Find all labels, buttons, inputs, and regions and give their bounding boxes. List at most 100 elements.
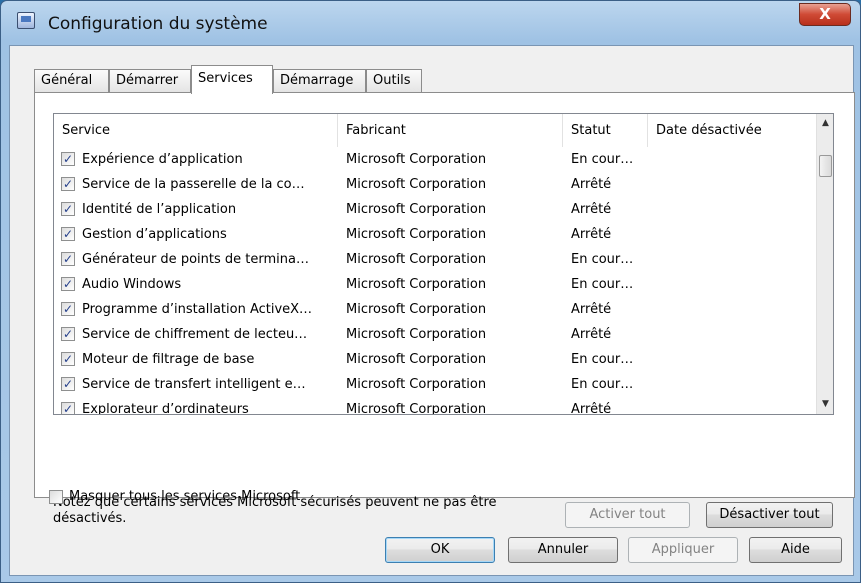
service-name-cell: Expérience d’application <box>82 152 243 167</box>
service-name-cell: Générateur de points de termina… <box>82 252 309 267</box>
service-status-cell: Arrêté <box>571 302 612 317</box>
service-date-disabled-cell <box>656 347 806 372</box>
service-row[interactable]: ✓ Générateur de points de termina… Microso… <box>54 247 816 272</box>
title-bar[interactable]: Configuration du système X <box>1 1 860 45</box>
service-date-disabled-cell <box>656 247 806 272</box>
service-checkbox[interactable]: ✓ <box>61 152 75 166</box>
cancel-button[interactable]: Annuler <box>508 537 618 563</box>
services-list-header: Service Fabricant Statut Date désactivée <box>54 114 816 147</box>
service-status-cell: En cour… <box>571 152 634 167</box>
cancel-label: Annuler <box>537 542 589 557</box>
service-row[interactable]: ✓ Service de transfert intelligent e… Micr… <box>54 372 816 397</box>
service-date-disabled-cell <box>656 297 806 322</box>
service-date-disabled-cell <box>656 147 806 172</box>
window-title: Configuration du système <box>48 14 268 34</box>
disable-all-label: Désactiver tout <box>719 507 820 522</box>
dialog-client-area: Général Démarrer Services Démarrage Outi… <box>9 45 855 576</box>
service-row[interactable]: ✓ Service de chiffrement de lecteu… Micros… <box>54 322 816 347</box>
msconfig-app-icon <box>17 12 35 29</box>
column-header-service[interactable]: Service <box>54 114 338 147</box>
service-date-disabled-cell <box>656 272 806 297</box>
service-manufacturer-cell: Microsoft Corporation <box>346 277 487 292</box>
scrollbar-thumb[interactable] <box>819 155 832 177</box>
service-name-cell: Service de transfert intelligent e… <box>82 377 306 392</box>
service-status-cell: Arrêté <box>571 227 612 242</box>
service-name-cell: Service de la passerelle de la co… <box>82 177 305 192</box>
service-manufacturer-cell: Microsoft Corporation <box>346 402 487 415</box>
enable-all-label: Activer tout <box>589 507 666 522</box>
service-row[interactable]: ✓ Identité de l’application Microsoft Corp… <box>54 197 816 222</box>
apply-button[interactable]: Appliquer <box>628 537 738 563</box>
scroll-down-arrow-icon[interactable]: ▼ <box>817 396 833 413</box>
service-date-disabled-cell <box>656 222 806 247</box>
service-checkbox[interactable]: ✓ <box>61 402 75 414</box>
service-date-disabled-cell <box>656 172 806 197</box>
service-manufacturer-cell: Microsoft Corporation <box>346 377 487 392</box>
column-header-status[interactable]: Statut <box>563 114 648 147</box>
service-status-cell: En cour… <box>571 252 634 267</box>
service-status-cell: En cour… <box>571 352 634 367</box>
service-manufacturer-cell: Microsoft Corporation <box>346 152 487 167</box>
service-manufacturer-cell: Microsoft Corporation <box>346 327 487 342</box>
service-manufacturer-cell: Microsoft Corporation <box>346 252 487 267</box>
service-checkbox[interactable]: ✓ <box>61 277 75 291</box>
service-checkbox[interactable]: ✓ <box>61 227 75 241</box>
help-label: Aide <box>781 542 810 557</box>
hide-ms-services-label[interactable]: Masquer tous les services Microsoft <box>69 489 300 504</box>
service-row[interactable]: ✓ Programme d’installation ActiveX… Micros… <box>54 297 816 322</box>
service-name-cell: Identité de l’application <box>82 202 237 217</box>
service-row[interactable]: ✓ Audio Windows Microsoft Corporation En co… <box>54 272 816 297</box>
service-status-cell: En cour… <box>571 277 634 292</box>
service-checkbox[interactable]: ✓ <box>61 352 75 366</box>
tab-demarrer[interactable]: Démarrer <box>109 69 191 93</box>
service-date-disabled-cell <box>656 197 806 222</box>
service-checkbox[interactable]: ✓ <box>61 252 75 266</box>
help-button[interactable]: Aide <box>749 537 842 563</box>
tab-general[interactable]: Général <box>34 69 109 93</box>
service-name-cell: Programme d’installation ActiveX… <box>82 302 313 317</box>
service-checkbox[interactable]: ✓ <box>61 302 75 316</box>
ok-button[interactable]: OK <box>385 537 495 563</box>
service-status-cell: Arrêté <box>571 327 612 342</box>
service-checkbox[interactable]: ✓ <box>61 177 75 191</box>
service-name-cell: Moteur de filtrage de base <box>82 352 255 367</box>
system-configuration-window: Configuration du système X Général Démar… <box>0 0 861 583</box>
service-date-disabled-cell <box>656 397 806 414</box>
service-manufacturer-cell: Microsoft Corporation <box>346 202 487 217</box>
service-row[interactable]: ✓ Expérience d’application Microsoft Corpo… <box>54 147 816 172</box>
service-name-cell: Audio Windows <box>82 277 182 292</box>
services-tab-panel: Service Fabricant Statut Date désactivée… <box>34 92 855 528</box>
apply-label: Appliquer <box>651 542 715 557</box>
disable-all-button[interactable]: Désactiver tout <box>706 502 833 528</box>
service-row[interactable]: ✓ Explorateur d’ordinateurs Microsoft Corp… <box>54 397 816 415</box>
hide-ms-services-checkbox[interactable] <box>49 490 63 504</box>
service-checkbox[interactable]: ✓ <box>61 202 75 216</box>
service-manufacturer-cell: Microsoft Corporation <box>346 227 487 242</box>
column-header-manufacturer[interactable]: Fabricant <box>338 114 563 147</box>
service-status-cell: En cour… <box>571 377 634 392</box>
service-name-cell: Gestion d’applications <box>82 227 227 242</box>
service-date-disabled-cell <box>656 372 806 397</box>
service-name-cell: Explorateur d’ordinateurs <box>82 402 249 415</box>
scroll-up-arrow-icon[interactable]: ▲ <box>817 115 833 132</box>
service-date-disabled-cell <box>656 322 806 347</box>
service-checkbox[interactable]: ✓ <box>61 327 75 341</box>
tab-services[interactable]: Services <box>191 65 273 94</box>
tab-demarrage[interactable]: Démarrage <box>273 69 366 93</box>
service-row[interactable]: ✓ Moteur de filtrage de base Microsoft Cor… <box>54 347 816 372</box>
service-status-cell: Arrêté <box>571 402 612 415</box>
vertical-scrollbar[interactable]: ▲ ▼ <box>816 114 833 414</box>
close-button[interactable]: X <box>799 3 851 26</box>
ok-label: OK <box>430 542 450 557</box>
tab-outils[interactable]: Outils <box>366 69 422 93</box>
service-status-cell: Arrêté <box>571 202 612 217</box>
service-row[interactable]: ✓ Gestion d’applications Microsoft Corpora… <box>54 222 816 247</box>
enable-all-button[interactable]: Activer tout <box>565 502 690 528</box>
service-manufacturer-cell: Microsoft Corporation <box>346 352 487 367</box>
service-status-cell: Arrêté <box>571 177 612 192</box>
service-checkbox[interactable]: ✓ <box>61 377 75 391</box>
services-list[interactable]: Service Fabricant Statut Date désactivée… <box>53 113 834 415</box>
column-header-date-disabled[interactable]: Date désactivée <box>648 114 816 147</box>
service-name-cell: Service de chiffrement de lecteu… <box>82 327 308 342</box>
service-row[interactable]: ✓ Service de la passerelle de la co… Micro… <box>54 172 816 197</box>
